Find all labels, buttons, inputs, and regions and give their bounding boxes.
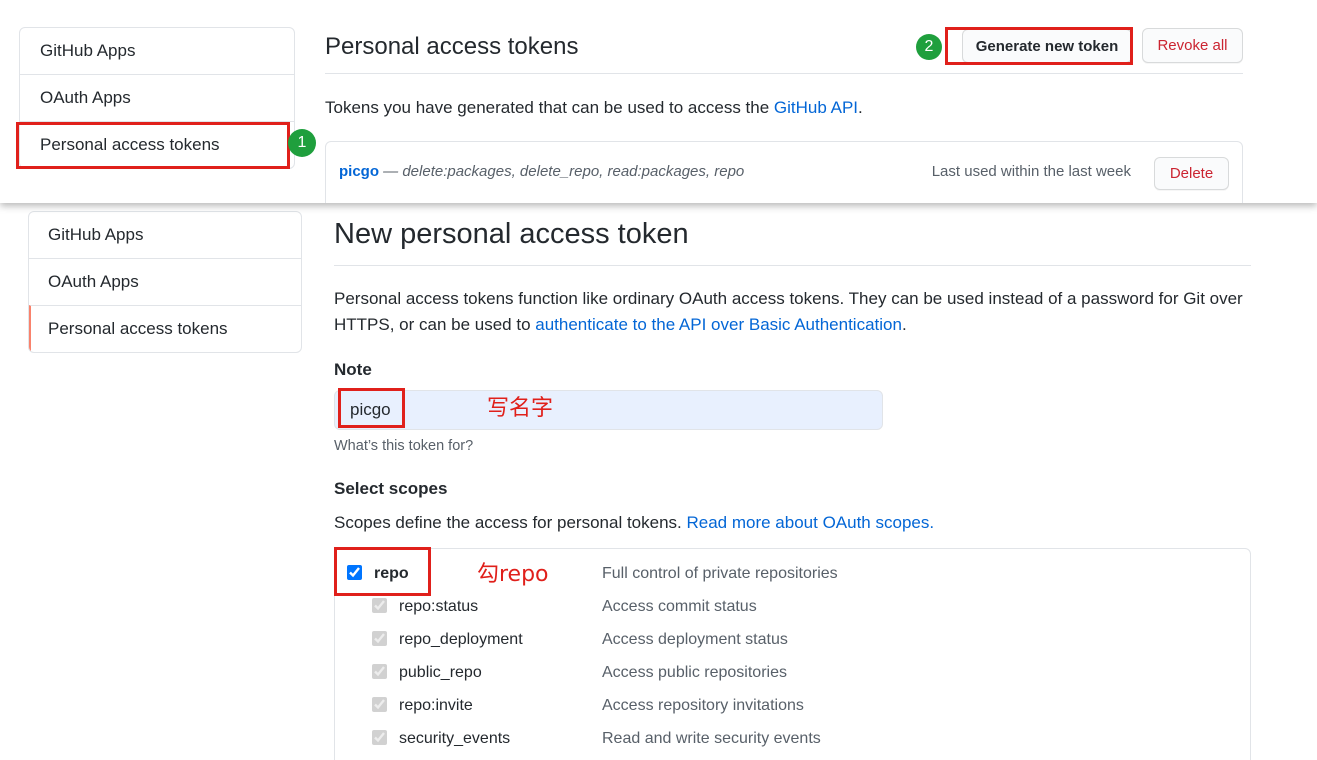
sidebar-item-personal-access-tokens[interactable]: Personal access tokens [20,121,294,168]
sidebar-item-oauth-apps[interactable]: OAuth Apps [29,258,301,305]
scope-row-repo-status: repo:status Access commit status [335,590,1250,623]
scope-description: Full control of private repositories [602,565,838,582]
note-help-text: What’s this token for? [334,438,474,454]
oauth-scopes-link[interactable]: Read more about OAuth scopes. [686,513,934,532]
scope-checkbox-repo[interactable] [347,565,362,580]
scope-checkbox-repo-status[interactable] [372,598,387,613]
sidebar-item-oauth-apps[interactable]: OAuth Apps [20,74,294,121]
scope-name: public_repo [399,664,482,681]
token-list-item: picgo — delete:packages, delete_repo, re… [325,141,1243,203]
step-marker-1: 1 [288,129,316,157]
scope-description: Access public repositories [602,664,787,681]
scope-description: Access deployment status [602,631,788,648]
token-explanation-suffix: . [901,315,907,334]
page-title: Personal access tokens [325,33,579,60]
token-name-link[interactable]: picgo [339,163,379,180]
revoke-all-button[interactable]: Revoke all [1142,28,1243,63]
token-list-panel: GitHub Apps OAuth Apps Personal access t… [0,0,1317,203]
github-api-link[interactable]: GitHub API [774,98,858,117]
token-scopes: — delete:packages, delete_repo, read:pac… [383,163,745,180]
scopes-list: repo Full control of private repositorie… [335,557,1250,755]
scope-name: repo:invite [399,697,473,714]
scope-description: Access repository invitations [602,697,804,714]
scopes-description-text: Scopes define the access for personal to… [334,513,687,532]
scope-description: Access commit status [602,598,757,615]
scope-checkbox-security-events[interactable] [372,730,387,745]
scope-checkbox-repo-deployment[interactable] [372,631,387,646]
scopes-list-box: repo Full control of private repositorie… [334,548,1251,760]
tokens-description: Tokens you have generated that can be us… [325,96,863,120]
step-marker-2: 2 [916,34,942,60]
annotation-scope-hint: 勾repo [477,562,549,587]
page-title: New personal access token [334,218,689,250]
generate-new-token-button[interactable]: Generate new token [962,29,1132,63]
note-field[interactable] [334,390,883,430]
sidebar-item-personal-access-tokens[interactable]: Personal access tokens [29,305,301,352]
title-divider [325,73,1243,74]
scope-row-repo-deployment: repo_deployment Access deployment status [335,623,1250,656]
scope-row-repo-invite: repo:invite Access repository invitation… [335,689,1250,722]
token-summary: picgo — delete:packages, delete_repo, re… [339,161,744,183]
settings-sidebar: GitHub Apps OAuth Apps Personal access t… [19,27,295,169]
tokens-description-text: Tokens you have generated that can be us… [325,98,774,117]
token-explanation: Personal access tokens function like ord… [334,286,1259,338]
sidebar-item-github-apps[interactable]: GitHub Apps [29,212,301,258]
new-token-panel: GitHub Apps OAuth Apps Personal access t… [0,203,1317,760]
tokens-description-suffix: . [858,98,863,117]
scopes-description: Scopes define the access for personal to… [334,511,934,535]
settings-sidebar: GitHub Apps OAuth Apps Personal access t… [28,211,302,353]
basic-auth-link[interactable]: authenticate to the API over Basic Authe… [535,315,902,334]
sidebar-item-github-apps[interactable]: GitHub Apps [20,28,294,74]
note-label: Note [334,360,372,379]
scopes-heading: Select scopes [334,479,448,498]
scope-checkbox-public-repo[interactable] [372,664,387,679]
delete-token-button[interactable]: Delete [1154,157,1229,190]
scope-name: repo_deployment [399,631,523,648]
token-last-used: Last used within the last week [931,163,1131,180]
scope-row-repo: repo Full control of private repositorie… [335,557,1250,590]
scope-description: Read and write security events [602,730,821,747]
scope-name: repo:status [399,598,479,615]
scope-name: repo [374,565,409,582]
annotation-note-hint: 写名字 [487,396,554,421]
title-divider [334,265,1251,266]
scope-checkbox-repo-invite[interactable] [372,697,387,712]
scope-row-public-repo: public_repo Access public repositories [335,656,1250,689]
scope-name: security_events [399,730,511,747]
scope-row-security-events: security_events Read and write security … [335,722,1250,755]
